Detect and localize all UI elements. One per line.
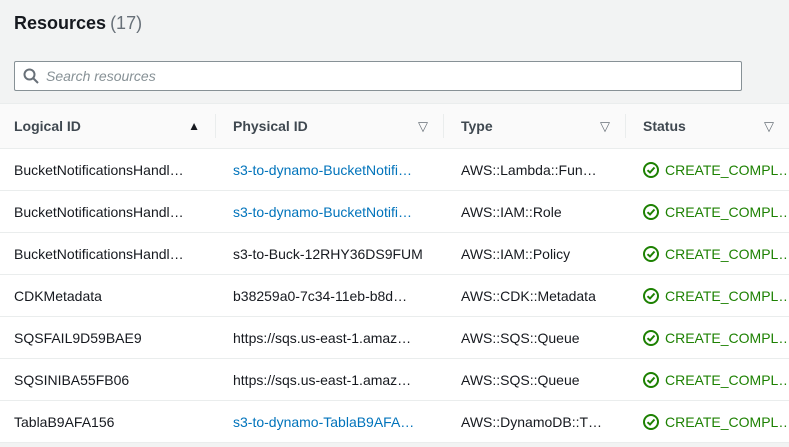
logical-id-cell: SQSINIBA55FB06 [0,372,215,388]
status-cell: CREATE_COMPL… [625,288,789,304]
logical-id-cell: BucketNotificationsHandl… [0,162,215,178]
resource-count: (17) [110,13,142,33]
status-text: CREATE_COMPL… [665,414,789,430]
status-cell: CREATE_COMPL… [625,204,789,220]
table-row: BucketNotificationsHandl… s3-to-Buck-12R… [0,233,789,275]
status-text: CREATE_COMPL… [665,372,789,388]
table-row: BucketNotificationsHandl… s3-to-dynamo-B… [0,191,789,233]
physical-id-cell: https://sqs.us-east-1.amaz… [215,372,443,388]
physical-id-link[interactable]: s3-to-dynamo-BucketNotifi… [233,204,412,220]
status-text: CREATE_COMPL… [665,204,789,220]
type-cell: AWS::IAM::Policy [443,246,625,262]
logical-id-cell: BucketNotificationsHandl… [0,246,215,262]
type-cell: AWS::DynamoDB::T… [443,414,625,430]
type-cell: AWS::SQS::Queue [443,330,625,346]
column-header-logical-id[interactable]: Logical ID ▲ [0,104,215,148]
sort-ascending-icon[interactable]: ▲ [188,120,200,132]
status-cell: CREATE_COMPL… [625,414,789,430]
column-header-type[interactable]: Type ▽ [443,104,625,148]
status-cell: CREATE_COMPL… [625,162,789,178]
physical-id-cell: s3-to-Buck-12RHY36DS9FUM [215,246,443,262]
panel-header: Resources(17) [0,0,789,34]
status-cell: CREATE_COMPL… [625,372,789,388]
physical-id-cell: https://sqs.us-east-1.amaz… [215,330,443,346]
table-row: TablaB9AFA156 s3-to-dynamo-TablaB9AFA… A… [0,401,789,443]
table-row: SQSINIBA55FB06 https://sqs.us-east-1.ama… [0,359,789,401]
physical-id-cell: b38259a0-7c34-11eb-b8d… [215,288,443,304]
table-body: BucketNotificationsHandl… s3-to-dynamo-B… [0,149,789,443]
physical-id-cell: s3-to-dynamo-TablaB9AFA… [215,414,443,430]
sort-filter-icon[interactable]: ▽ [600,120,610,133]
table-header-row: Logical ID ▲ Physical ID ▽ Type ▽ Status… [0,104,789,149]
table-row: BucketNotificationsHandl… s3-to-dynamo-B… [0,149,789,191]
check-circle-icon [643,414,659,430]
status-text: CREATE_COMPL… [665,246,789,262]
type-cell: AWS::IAM::Role [443,204,625,220]
status-text: CREATE_COMPL… [665,288,789,304]
logical-id-cell: TablaB9AFA156 [0,414,215,430]
type-cell: AWS::Lambda::Fun… [443,162,625,178]
resources-panel: Resources(17) Logical ID ▲ Physical ID ▽… [0,0,789,34]
page-title: Resources [14,13,106,33]
table-row: SQSFAIL9D59BAE9 https://sqs.us-east-1.am… [0,317,789,359]
check-circle-icon [643,288,659,304]
sort-filter-icon[interactable]: ▽ [764,120,774,133]
physical-id-link[interactable]: s3-to-dynamo-BucketNotifi… [233,162,412,178]
status-cell: CREATE_COMPL… [625,330,789,346]
search-icon [23,68,39,84]
type-cell: AWS::CDK::Metadata [443,288,625,304]
type-cell: AWS::SQS::Queue [443,372,625,388]
search-input[interactable] [46,68,733,84]
table-row: CDKMetadata b38259a0-7c34-11eb-b8d… AWS:… [0,275,789,317]
column-header-physical-id[interactable]: Physical ID ▽ [215,104,443,148]
physical-id-cell: s3-to-dynamo-BucketNotifi… [215,162,443,178]
resources-table: Logical ID ▲ Physical ID ▽ Type ▽ Status… [0,103,789,443]
check-circle-icon [643,246,659,262]
logical-id-cell: CDKMetadata [0,288,215,304]
physical-id-link[interactable]: s3-to-dynamo-TablaB9AFA… [233,414,414,430]
search-box[interactable] [14,61,742,91]
column-header-status[interactable]: Status ▽ [625,104,789,148]
check-circle-icon [643,330,659,346]
check-circle-icon [643,162,659,178]
status-text: CREATE_COMPL… [665,162,789,178]
logical-id-cell: SQSFAIL9D59BAE9 [0,330,215,346]
check-circle-icon [643,204,659,220]
logical-id-cell: BucketNotificationsHandl… [0,204,215,220]
sort-filter-icon[interactable]: ▽ [418,120,428,133]
physical-id-cell: s3-to-dynamo-BucketNotifi… [215,204,443,220]
status-cell: CREATE_COMPL… [625,246,789,262]
check-circle-icon [643,372,659,388]
status-text: CREATE_COMPL… [665,330,789,346]
